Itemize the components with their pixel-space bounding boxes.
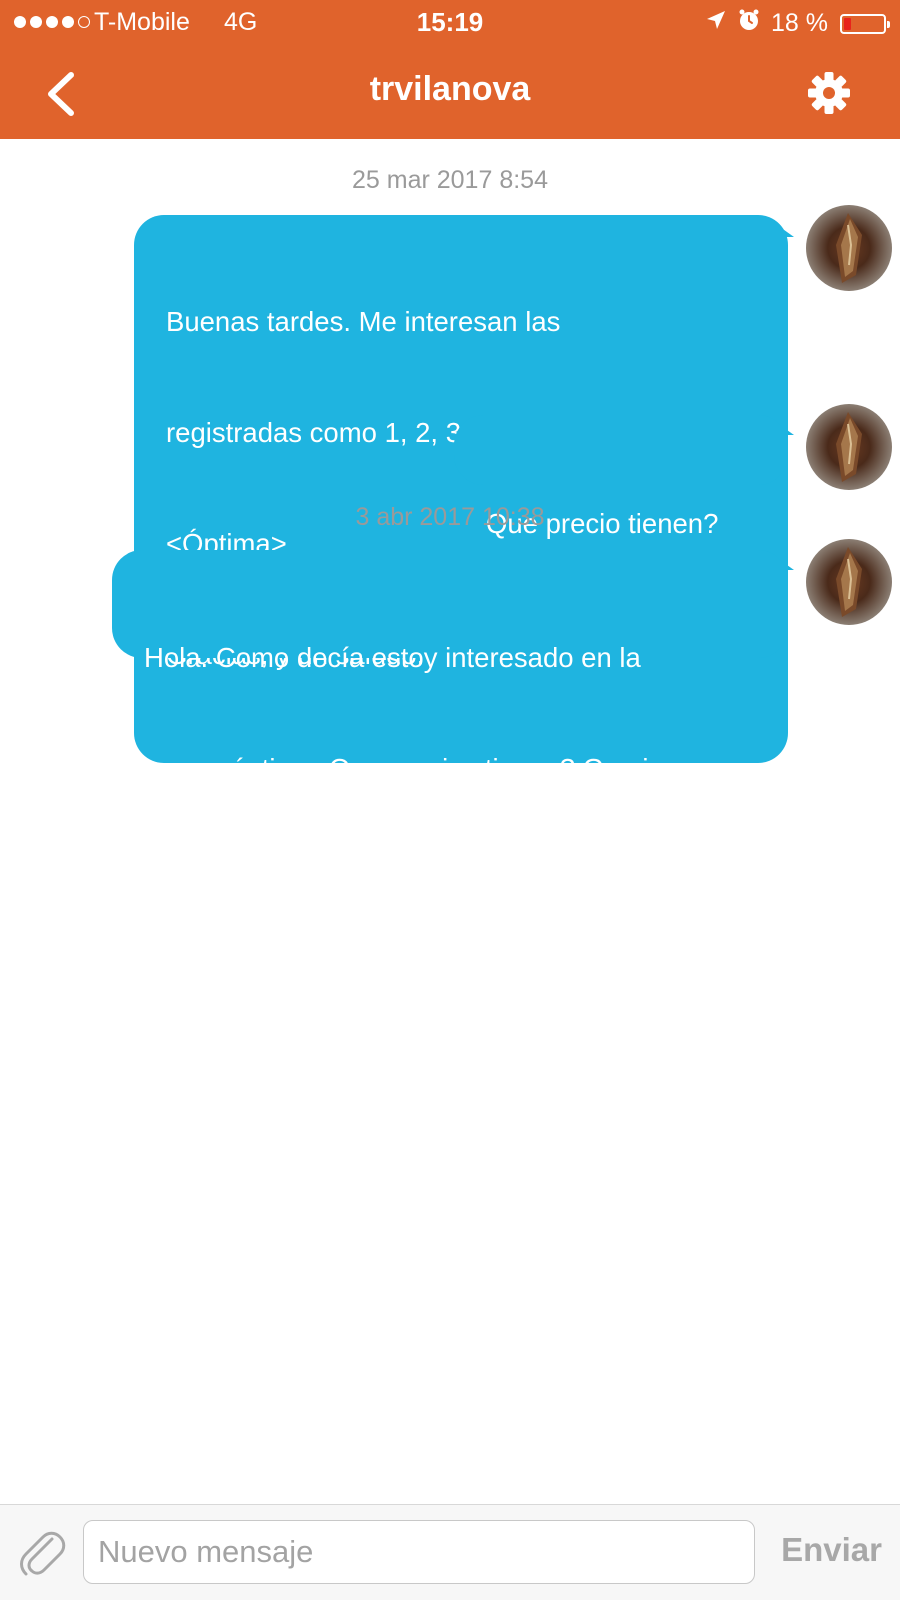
avatar-image <box>836 213 862 283</box>
chat-screen: T-Mobile 4G 15:19 18 % trvilanova 25 mar… <box>0 0 900 1600</box>
settings-button[interactable] <box>806 70 852 116</box>
paperclip-icon <box>20 1531 66 1576</box>
message-line: Hola. Como decía estoy interesado en la <box>144 642 641 673</box>
message-line: aurora óptima. Que precios tienen? Graci… <box>144 753 678 784</box>
conversation-title: trvilanova <box>369 70 531 108</box>
app-header: T-Mobile 4G 15:19 18 % trvilanova <box>0 0 900 139</box>
message-input[interactable] <box>83 1520 755 1584</box>
battery-percentage: 18 % <box>771 9 828 37</box>
navigation-bar: trvilanova <box>0 56 900 128</box>
message-bubble[interactable]: Que precio tienen? <box>454 415 788 539</box>
location-arrow-icon <box>705 9 727 38</box>
status-bar: T-Mobile 4G 15:19 18 % <box>0 0 900 44</box>
avatar[interactable] <box>806 205 892 291</box>
message-bubble[interactable]: Hola. Como decía estoy interesado en la … <box>112 550 788 784</box>
avatar-image <box>836 547 862 617</box>
message-list[interactable]: 25 mar 2017 8:54 Buenas tardes. Me inter… <box>0 139 900 1504</box>
alarm-icon <box>737 8 761 39</box>
avatar[interactable] <box>806 539 892 625</box>
send-button[interactable]: Enviar <box>781 1531 882 1569</box>
timestamp-divider: 3 abr 2017 10:38 <box>355 503 545 531</box>
avatar[interactable] <box>806 404 892 490</box>
message-composer: Enviar <box>0 1504 900 1600</box>
attach-button[interactable] <box>14 1525 70 1581</box>
avatar-image <box>836 412 862 482</box>
gear-icon <box>808 72 850 114</box>
battery-icon <box>840 13 890 34</box>
status-right: 18 % <box>705 8 890 39</box>
battery-level <box>844 17 851 30</box>
message-line: Buenas tardes. Me interesan las <box>166 306 561 337</box>
timestamp-divider: 25 mar 2017 8:54 <box>352 166 548 194</box>
